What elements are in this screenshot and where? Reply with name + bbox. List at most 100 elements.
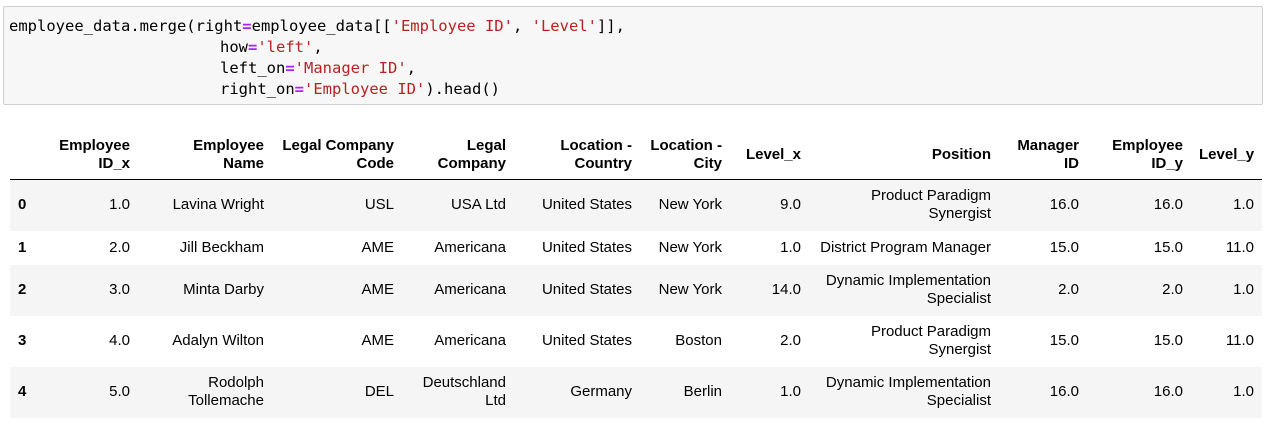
- table-cell: 1.0: [1191, 265, 1262, 316]
- row-index: 0: [18, 196, 27, 214]
- table-cell: Product Paradigm Synergist: [809, 316, 999, 367]
- column-header-label: Legal Company: [282, 137, 394, 154]
- column-header-label: Location -: [650, 137, 722, 154]
- cell-text: 1.0: [1233, 281, 1254, 298]
- cell-text: 15.0: [1049, 238, 1079, 256]
- cell-text: Adalyn Wilton: [172, 332, 264, 349]
- cell-text: Americana: [434, 281, 506, 298]
- table-row: 0 1.0 Lavina Wright USL USA Ltd United States…: [10, 179, 1262, 231]
- table-cell: 4.0: [50, 316, 138, 367]
- column-header[interactable]: Manager ID: [999, 131, 1087, 180]
- cell-text: New York: [658, 196, 722, 214]
- column-header[interactable]: Location - Country: [514, 131, 640, 180]
- table-cell: 9.0: [730, 180, 809, 231]
- table-cell: Boston: [640, 316, 730, 367]
- column-header-label: Level_y: [1199, 146, 1255, 163]
- table-cell: Americana: [402, 316, 514, 367]
- cell-text: 15.0: [1153, 332, 1183, 349]
- table-cell: 15.0: [999, 316, 1087, 367]
- table-cell: Deutschland Ltd: [402, 367, 514, 418]
- cell-text: United States: [541, 196, 632, 214]
- cell-text: Americana: [434, 332, 506, 349]
- table-cell: 16.0: [1087, 367, 1191, 418]
- column-header[interactable]: Position: [809, 131, 999, 180]
- table-cell: 1.0: [730, 367, 809, 418]
- cell-text: Minta Darby: [183, 281, 264, 298]
- table-row: 1 2.0 Jill Beckham AME Americana United State…: [10, 230, 1262, 265]
- table-cell: 16.0: [999, 180, 1087, 231]
- column-header[interactable]: Employee ID_y: [1087, 131, 1191, 180]
- column-header-label: Employee: [59, 137, 130, 154]
- cell-text: Synergist: [928, 205, 991, 223]
- cell-text: 15.0: [1153, 238, 1183, 256]
- table-cell: New York: [640, 265, 730, 316]
- table-cell: 2.0: [1087, 265, 1191, 316]
- table-cell: AME: [272, 265, 402, 316]
- cell-text: 1.0: [1233, 196, 1254, 214]
- table-cell: Product Paradigm Synergist: [809, 180, 999, 231]
- cell-text: 3.0: [109, 281, 130, 298]
- code-cell-input[interactable]: employee_data.merge(right=employee_data[…: [3, 6, 1263, 105]
- table-cell: 15.0: [999, 231, 1087, 265]
- index-header: [10, 131, 50, 180]
- cell-text: Specialist: [926, 392, 991, 409]
- cell-text: United States: [541, 281, 632, 298]
- table-cell: 1.0: [50, 180, 138, 231]
- table-cell: 1.0: [1191, 180, 1262, 231]
- column-header[interactable]: Employee ID_x: [50, 131, 138, 180]
- column-header[interactable]: Level_x: [730, 131, 809, 180]
- table-cell: United States: [514, 265, 640, 316]
- cell-text: Specialist: [926, 290, 991, 307]
- cell-text: 2.0: [780, 332, 801, 349]
- row-index: 3: [18, 332, 27, 349]
- cell-text: Germany: [570, 383, 632, 400]
- row-index: 2: [18, 281, 27, 298]
- table-cell: 1.0: [1191, 367, 1262, 418]
- row-index: 1: [18, 238, 27, 256]
- table-cell: USL: [272, 180, 402, 231]
- cell-text: 5.0: [109, 383, 130, 400]
- column-header[interactable]: Legal Company Code: [272, 131, 402, 180]
- column-header-label: City: [693, 155, 722, 172]
- table-cell: 2.0: [50, 231, 138, 265]
- cell-text: 1.0: [780, 383, 801, 400]
- cell-text: AME: [361, 332, 394, 349]
- cell-text: Deutschland: [422, 374, 506, 391]
- cell-text: 1.0: [780, 238, 801, 256]
- code-line-2: how='left',: [220, 38, 323, 56]
- cell-text: Lavina Wright: [172, 196, 264, 214]
- table-cell: United States: [514, 316, 640, 367]
- table-cell: United States: [514, 231, 640, 265]
- table-cell: Germany: [514, 367, 640, 418]
- cell-text: 16.0: [1049, 383, 1079, 400]
- cell-text: Dynamic Implementation: [825, 272, 991, 289]
- cell-text: 11.0: [1225, 332, 1254, 349]
- table-cell: United States: [514, 180, 640, 231]
- column-header[interactable]: Level_y: [1191, 131, 1262, 180]
- table-cell: 5.0: [50, 367, 138, 418]
- table-cell: 15.0: [1087, 316, 1191, 367]
- cell-text: Rodolph: [208, 374, 264, 391]
- table-cell: Berlin: [640, 367, 730, 418]
- table-cell: USA Ltd: [402, 180, 514, 231]
- cell-text: 15.0: [1049, 332, 1079, 349]
- cell-text: 1.0: [109, 196, 130, 214]
- column-header[interactable]: Employee Name: [138, 131, 272, 180]
- table-cell: 3.0: [50, 265, 138, 316]
- cell-text: 2.0: [1162, 281, 1183, 298]
- cell-text: AME: [361, 238, 394, 256]
- table-row: 2 3.0 Minta Darby AME Americana United States…: [10, 264, 1262, 316]
- table-cell: Americana: [402, 231, 514, 265]
- table-cell: Dynamic Implementation Specialist: [809, 265, 999, 316]
- cell-text: USL: [364, 196, 394, 214]
- column-header[interactable]: Legal Company: [402, 131, 514, 180]
- column-header-label: Company: [437, 155, 506, 172]
- cell-text: Product Paradigm: [870, 323, 991, 340]
- dataframe-table: Employee ID_x Employee Name Legal Company Cod…: [10, 131, 1262, 418]
- cell-text: 2.0: [1058, 281, 1079, 298]
- row-index: 4: [18, 383, 27, 400]
- column-header[interactable]: Location - City: [640, 131, 730, 180]
- table-cell: Rodolph Tollemache: [138, 367, 272, 418]
- column-header-label: Level_x: [745, 146, 801, 163]
- cell-text: AME: [361, 281, 394, 298]
